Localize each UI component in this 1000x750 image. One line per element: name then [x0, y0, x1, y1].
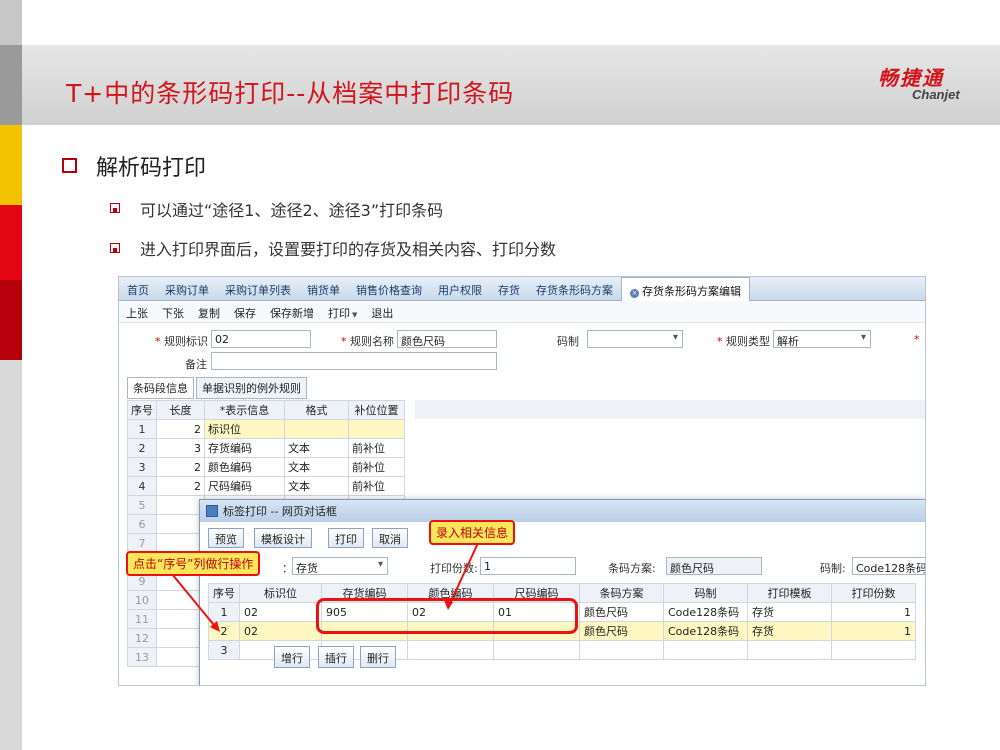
- annotation-arrows: [171, 542, 479, 632]
- arrow-to-input-cells: [447, 542, 479, 609]
- callout-row-operation: 点击“序号”列做行操作: [126, 551, 261, 576]
- arrow-to-row-number: [171, 573, 219, 631]
- callout-enter-info: 录入相关信息: [429, 520, 516, 545]
